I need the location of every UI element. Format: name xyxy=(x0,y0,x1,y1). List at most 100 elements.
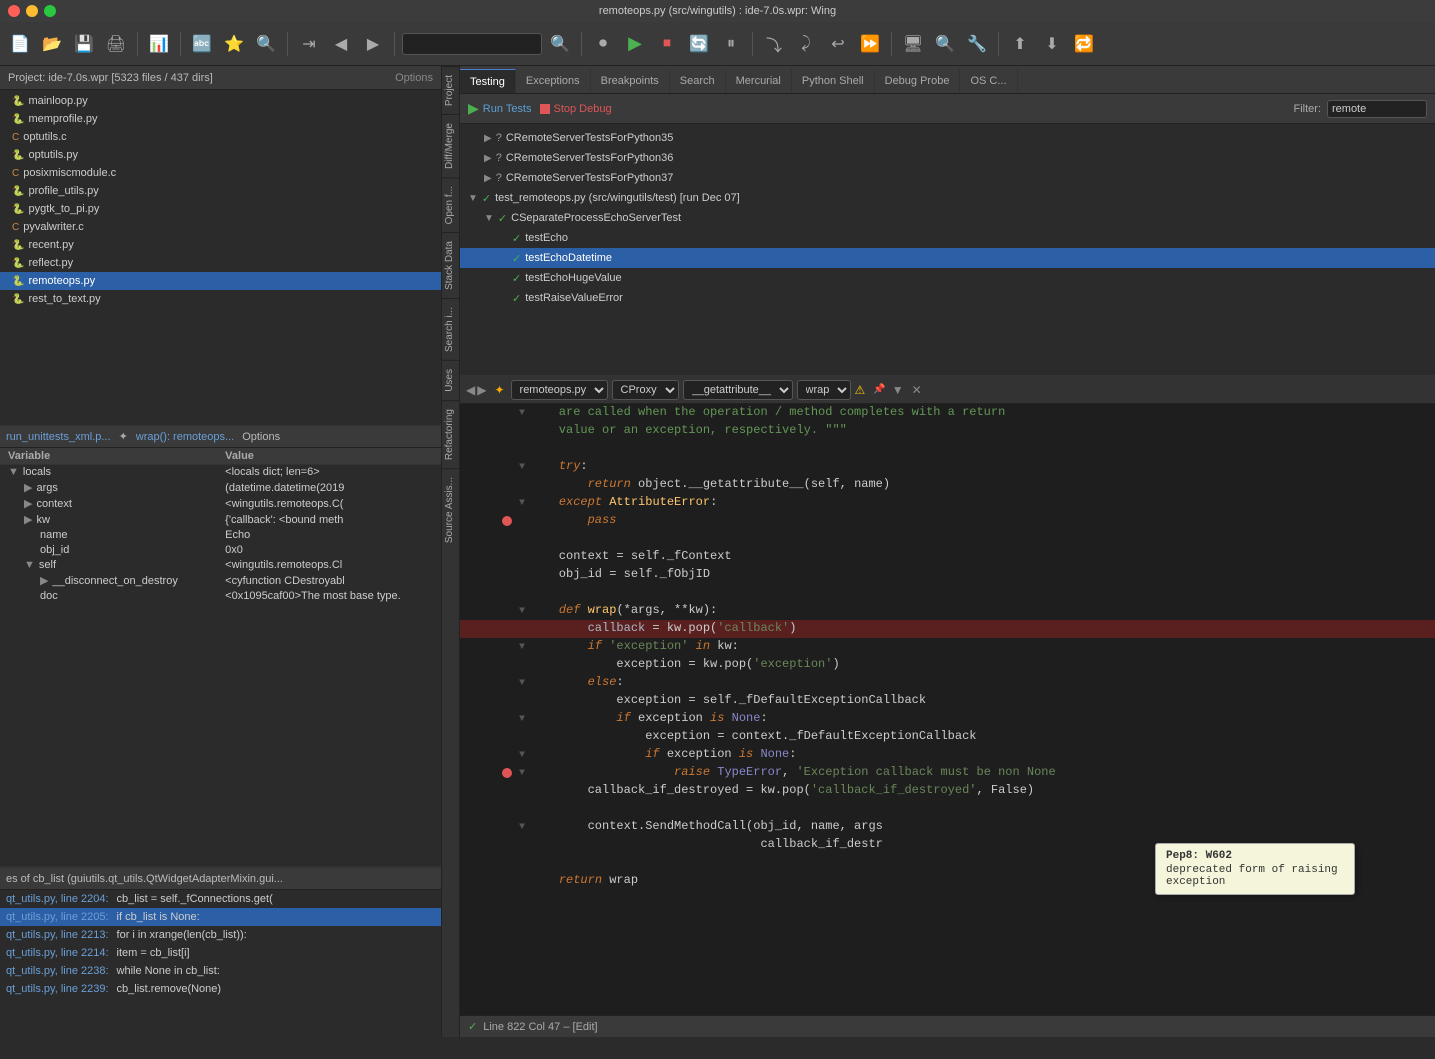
stack-file-label[interactable]: run_unittests_xml.p... xyxy=(6,431,111,443)
debug-probe-button[interactable]: 🔧 xyxy=(963,30,991,58)
tab-debug-probe[interactable]: Debug Probe xyxy=(875,69,961,93)
print-button[interactable]: 🖨 xyxy=(102,30,130,58)
tab-testing[interactable]: Testing xyxy=(460,69,516,93)
file-item-profile-utils[interactable]: 🐍 profile_utils.py xyxy=(0,182,441,200)
test-item-cseparate[interactable]: ▼ ✓ CSeparateProcessEchoServerTest xyxy=(460,208,1435,228)
filename-select[interactable]: remoteops.py xyxy=(511,380,608,400)
nav-back-arrow[interactable]: ◀ xyxy=(466,383,475,397)
file-item-rest-to-text[interactable]: 🐍 rest_to_text.py xyxy=(0,290,441,308)
find-replace-button[interactable]: 🔤 xyxy=(188,30,216,58)
nav-fwd-button[interactable]: ▶ xyxy=(359,30,387,58)
fold-marker[interactable]: ▼ xyxy=(514,710,530,728)
uses-item-2238[interactable]: qt_utils.py, line 2238: while None in cb… xyxy=(0,962,441,980)
tab-os[interactable]: OS C... xyxy=(960,69,1017,93)
tab-mercurial[interactable]: Mercurial xyxy=(726,69,792,93)
filter-input[interactable] xyxy=(1327,100,1427,118)
sidebar-tab-source[interactable]: Source Assis... xyxy=(442,468,459,551)
file-item-recent[interactable]: 🐍 recent.py xyxy=(0,236,441,254)
close-traffic-light[interactable] xyxy=(8,5,20,17)
uses-item-2204[interactable]: qt_utils.py, line 2204: cb_list = self._… xyxy=(0,890,441,908)
test-item-python37[interactable]: ▶ ? CRemoteServerTestsForPython37 xyxy=(460,168,1435,188)
continue-button[interactable]: ⏩ xyxy=(856,30,884,58)
fold-marker[interactable]: ▼ xyxy=(514,458,530,476)
loop-button[interactable]: 🔁 xyxy=(1070,30,1098,58)
fold-marker[interactable]: ▼ xyxy=(514,638,530,656)
sidebar-tab-openf[interactable]: Open f... xyxy=(442,177,459,232)
sidebar-tab-uses[interactable]: Uses xyxy=(442,360,459,400)
step-out-button[interactable]: ↩ xyxy=(824,30,852,58)
tab-search[interactable]: Search xyxy=(670,69,726,93)
open-file-button[interactable]: 📂 xyxy=(38,30,66,58)
file-item-memprofile[interactable]: 🐍 memprofile.py xyxy=(0,110,441,128)
editor-close-button[interactable]: ✕ xyxy=(912,383,922,397)
sidebar-tab-project[interactable]: Project xyxy=(442,66,459,114)
table-row[interactable]: ▶context <wingutils.remoteops.C( xyxy=(0,496,441,512)
scroll-up-button[interactable]: ⬆ xyxy=(1006,30,1034,58)
test-item-remoteops[interactable]: ▼ ✓ test_remoteops.py (src/wingutils/tes… xyxy=(460,188,1435,208)
file-item-remoteops[interactable]: 🐍 remoteops.py xyxy=(0,272,441,290)
toolbar-search-input[interactable] xyxy=(402,33,542,55)
expand-self[interactable]: ▼ xyxy=(24,559,35,571)
nav-fwd-arrow[interactable]: ▶ xyxy=(477,383,486,397)
file-item-posixmiscmodule[interactable]: C posixmiscmodule.c xyxy=(0,164,441,182)
tab-breakpoints[interactable]: Breakpoints xyxy=(591,69,670,93)
bookmark-button[interactable]: ⭐ xyxy=(220,30,248,58)
run-tests-button[interactable]: ▶ Run Tests xyxy=(468,100,532,117)
table-row[interactable]: name Echo xyxy=(0,528,441,543)
fold-marker[interactable]: ▼ xyxy=(514,602,530,620)
table-row[interactable]: ▶kw {'callback': <bound meth xyxy=(0,512,441,528)
tab-exceptions[interactable]: Exceptions xyxy=(516,69,591,93)
test-item-testecho-huge[interactable]: ✓ testEchoHugeValue xyxy=(460,268,1435,288)
new-file-button[interactable]: 📄 xyxy=(6,30,34,58)
fold-marker[interactable]: ▼ xyxy=(514,404,530,422)
debug-console-button[interactable]: 🔍 xyxy=(931,30,959,58)
fold-marker[interactable]: ▼ xyxy=(514,746,530,764)
find-button[interactable]: 🔍 xyxy=(252,30,280,58)
monitor-button[interactable]: 🖥 xyxy=(899,30,927,58)
code-area[interactable]: ▼ are called when the operation / method… xyxy=(460,404,1435,1015)
test-item-testecho-raise[interactable]: ✓ testRaiseValueError xyxy=(460,288,1435,308)
file-item-pygtk[interactable]: 🐍 pygtk_to_pi.py xyxy=(0,200,441,218)
sidebar-tab-diffmerge[interactable]: Diff/Merge xyxy=(442,114,459,177)
sidebar-tab-search-i[interactable]: Search i... xyxy=(442,298,459,360)
table-row[interactable]: ▶args (datetime.datetime(2019 xyxy=(0,480,441,496)
project-options-button[interactable]: Options xyxy=(395,72,433,84)
expand-disconnect[interactable]: ▶ xyxy=(40,575,48,587)
bp-marker[interactable] xyxy=(500,764,514,782)
nav-back-button[interactable]: ◀ xyxy=(327,30,355,58)
run-button[interactable]: ▶ xyxy=(621,30,649,58)
expand-kw[interactable]: ▶ xyxy=(24,514,32,526)
scroll-down-button[interactable]: ⬇ xyxy=(1038,30,1066,58)
step-into-button[interactable]: ⤵ xyxy=(760,30,788,58)
fold-marker[interactable]: ▼ xyxy=(514,764,530,782)
test-item-testecho[interactable]: ✓ testEcho xyxy=(460,228,1435,248)
fold-marker[interactable]: ▼ xyxy=(514,494,530,512)
test-item-python35[interactable]: ▶ ? CRemoteServerTestsForPython35 xyxy=(460,128,1435,148)
dropdown-arrow[interactable]: ▼ xyxy=(892,383,904,397)
table-row[interactable]: obj_id 0x0 xyxy=(0,543,441,558)
file-item-pyvalwriter[interactable]: C pyvalwriter.c xyxy=(0,218,441,236)
record-button[interactable]: ⏺ xyxy=(589,30,617,58)
tab-python-shell[interactable]: Python Shell xyxy=(792,69,875,93)
expand-locals[interactable]: ▼ xyxy=(8,466,19,478)
table-row[interactable]: doc <0x1095caf00>The most base type. xyxy=(0,589,441,604)
uses-item-2214[interactable]: qt_utils.py, line 2214: item = cb_list[i… xyxy=(0,944,441,962)
stack-func-label[interactable]: wrap(): remoteops... xyxy=(136,431,234,443)
step-over-button[interactable]: ⤸ xyxy=(792,30,820,58)
test-item-testecho-datetime[interactable]: ✓ testEchoDatetime xyxy=(460,248,1435,268)
minimize-traffic-light[interactable] xyxy=(26,5,38,17)
stop-debug-button[interactable]: Stop Debug xyxy=(540,103,612,115)
pause-button[interactable]: ⏸ xyxy=(717,30,745,58)
indent-button[interactable]: ⇥ xyxy=(295,30,323,58)
file-item-optutils-py[interactable]: 🐍 optutils.py xyxy=(0,146,441,164)
fold-marker[interactable]: ▼ xyxy=(514,818,530,836)
table-row[interactable]: ▶__disconnect_on_destroy <cyfunction CDe… xyxy=(0,573,441,589)
fold-marker[interactable]: ▼ xyxy=(514,674,530,692)
file-item-reflect[interactable]: 🐍 reflect.py xyxy=(0,254,441,272)
sidebar-tab-refactoring[interactable]: Refactoring xyxy=(442,400,459,468)
uses-item-2205[interactable]: qt_utils.py, line 2205: if cb_list is No… xyxy=(0,908,441,926)
save-button[interactable]: 💾 xyxy=(70,30,98,58)
test-item-python36[interactable]: ▶ ? CRemoteServerTestsForPython36 xyxy=(460,148,1435,168)
search-go-button[interactable]: 🔍 xyxy=(546,30,574,58)
table-row[interactable]: ▼locals <locals dict; len=6> xyxy=(0,465,441,480)
